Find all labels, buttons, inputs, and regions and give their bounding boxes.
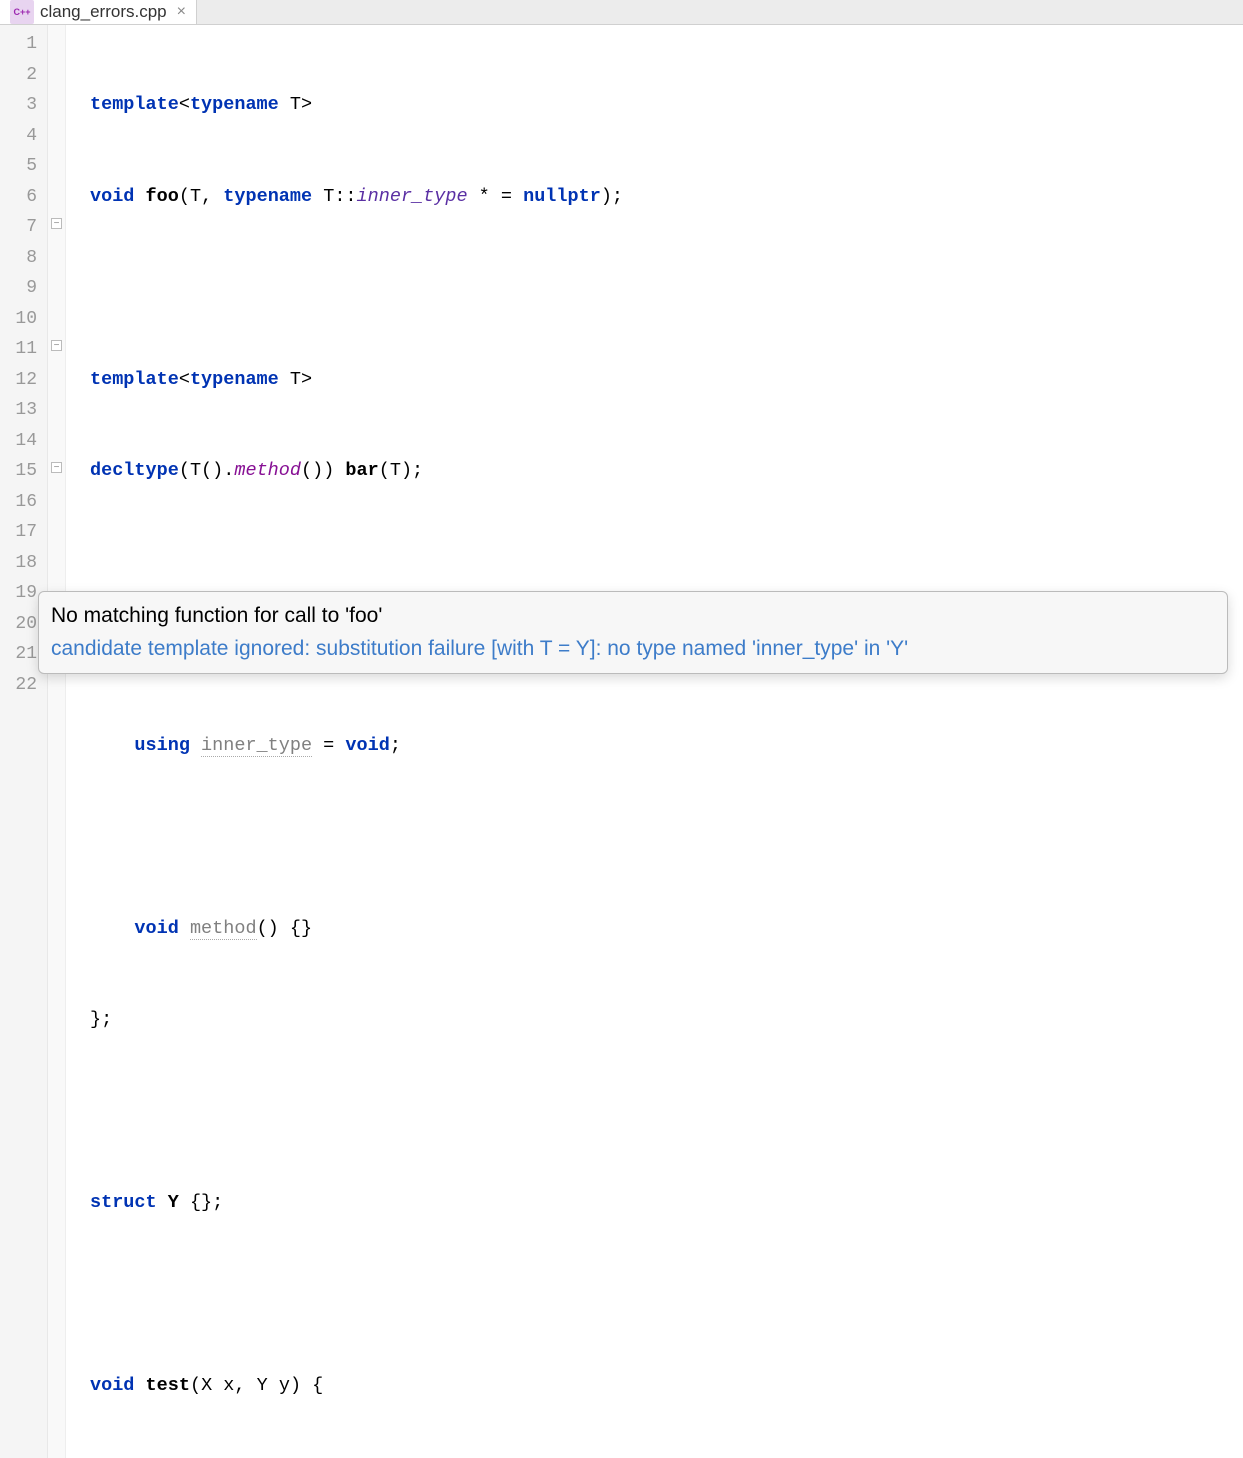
code-line: template<typename T> [90,365,1243,396]
line-number: 11 [0,334,37,365]
line-number: 22 [0,670,37,701]
code-line: }; [90,1005,1243,1036]
line-number: 5 [0,151,37,182]
line-number: 19 [0,578,37,609]
code-line: decltype(T().method()) bar(T); [90,456,1243,487]
code-line: void method() {} [90,914,1243,945]
line-number: 13 [0,395,37,426]
line-number: 12 [0,365,37,396]
code-line [90,1097,1243,1128]
error-message: No matching function for call to 'foo' [51,600,1215,633]
unused-alias: inner_type [201,735,312,757]
code-line [90,822,1243,853]
line-number: 21 [0,639,37,670]
line-number: 20 [0,609,37,640]
line-number: 8 [0,243,37,274]
code-line [90,548,1243,579]
error-note: candidate template ignored: substitution… [51,633,1215,666]
close-tab-icon[interactable]: × [177,3,186,21]
code-line [90,273,1243,304]
fold-marker[interactable]: − [51,340,62,351]
line-number: 3 [0,90,37,121]
line-number: 9 [0,273,37,304]
line-number-gutter: 12345678910111213141516171819202122 [0,25,48,1458]
code-line: template<typename T> [90,90,1243,121]
ide-container: clang_errors.cpp × 123456789101112131415… [0,0,1243,729]
fold-column: − − − [48,25,66,1458]
line-number: 16 [0,487,37,518]
line-number: 14 [0,426,37,457]
line-number: 1 [0,29,37,60]
line-number: 15 [0,456,37,487]
code-line: struct Y {}; [90,1188,1243,1219]
line-number: 7 [0,212,37,243]
editor-area: 12345678910111213141516171819202122 − − … [0,25,1243,1458]
tab-bar: clang_errors.cpp × [0,0,1243,25]
code-line: void test(X x, Y y) { [90,1371,1243,1402]
code-line: void foo(T, typename T::inner_type * = n… [90,182,1243,213]
code-line [90,1280,1243,1311]
line-number: 17 [0,517,37,548]
line-number: 4 [0,121,37,152]
line-number: 6 [0,182,37,213]
cpp-file-icon [10,0,34,24]
file-tab[interactable]: clang_errors.cpp × [0,0,197,24]
method-decl-unused: method [190,918,257,940]
line-number: 2 [0,60,37,91]
fold-marker[interactable]: − [51,218,62,229]
error-tooltip: No matching function for call to 'foo' c… [38,591,1228,674]
tab-filename: clang_errors.cpp [40,2,167,22]
code-line: using inner_type = void; [90,731,1243,762]
fold-marker[interactable]: − [51,462,62,473]
code-editor[interactable]: template<typename T> void foo(T, typenam… [66,25,1243,1458]
line-number: 18 [0,548,37,579]
line-number: 10 [0,304,37,335]
